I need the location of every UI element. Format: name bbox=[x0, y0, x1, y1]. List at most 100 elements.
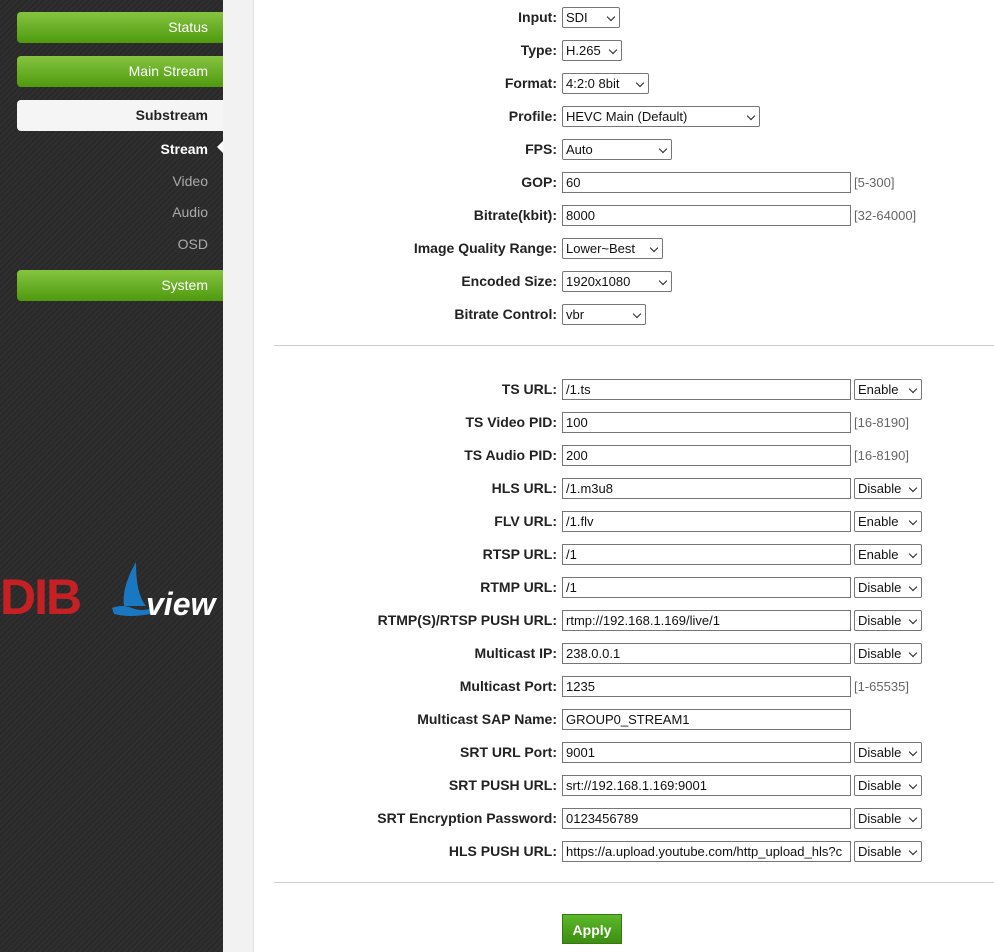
row-hls-url: HLS URL: /1.m3u8 Disable bbox=[254, 478, 994, 500]
sap-name-label: Multicast SAP Name: bbox=[417, 711, 557, 727]
flv-url-state-select[interactable]: Enable bbox=[854, 511, 922, 532]
rtsp-url-label: RTSP URL: bbox=[482, 546, 557, 562]
fps-select[interactable]: Auto bbox=[562, 139, 672, 160]
sub-item-audio[interactable]: Audio bbox=[172, 204, 208, 220]
bitrate-control-label: Bitrate Control: bbox=[454, 306, 557, 322]
srt-port-label: SRT URL Port: bbox=[460, 744, 557, 760]
section-divider bbox=[274, 345, 994, 346]
push-url-state-select[interactable]: Disable bbox=[854, 610, 922, 631]
sidebar: Status Main Stream Substream Stream Vide… bbox=[0, 0, 223, 952]
row-input: Input: SDI bbox=[254, 7, 994, 29]
sub-item-video[interactable]: Video bbox=[172, 173, 208, 189]
flv-url-input[interactable]: /1.flv bbox=[562, 511, 851, 532]
multicast-port-input[interactable]: 1235 bbox=[562, 676, 851, 697]
apply-button[interactable]: Apply bbox=[562, 914, 622, 944]
hls-push-input[interactable]: https://a.upload.youtube.com/http_upload… bbox=[562, 841, 851, 862]
ts-url-input[interactable]: /1.ts bbox=[562, 379, 851, 400]
srt-password-input[interactable]: 0123456789 bbox=[562, 808, 851, 829]
row-profile: Profile: HEVC Main (Default) bbox=[254, 106, 994, 128]
encoded-size-select[interactable]: 1920x1080 bbox=[562, 271, 672, 292]
rtmp-url-label: RTMP URL: bbox=[480, 579, 557, 595]
nav-substream[interactable]: Substream bbox=[17, 100, 223, 131]
gop-input[interactable]: 60 bbox=[562, 172, 851, 193]
srt-port-state-select[interactable]: Disable bbox=[854, 742, 922, 763]
rtsp-url-input[interactable]: /1 bbox=[562, 544, 851, 565]
row-hls-push: HLS PUSH URL: https://a.upload.youtube.c… bbox=[254, 841, 994, 863]
srt-push-state-select[interactable]: Disable bbox=[854, 775, 922, 796]
sap-name-input[interactable]: GROUP0_STREAM1 bbox=[562, 709, 851, 730]
sub-item-stream[interactable]: Stream bbox=[161, 141, 208, 157]
rtmp-url-input[interactable]: /1 bbox=[562, 577, 851, 598]
profile-select[interactable]: HEVC Main (Default) bbox=[562, 106, 760, 127]
bitrate-control-select[interactable]: vbr bbox=[562, 304, 646, 325]
ts-video-pid-input[interactable]: 100 bbox=[562, 412, 851, 433]
push-url-input[interactable]: rtmp://192.168.1.169/live/1 bbox=[562, 610, 851, 631]
nav-main-stream[interactable]: Main Stream bbox=[17, 56, 223, 87]
logo-view-text: view bbox=[146, 586, 216, 622]
srt-password-state-select[interactable]: Disable bbox=[854, 808, 922, 829]
push-url-label: RTMP(S)/RTSP PUSH URL: bbox=[377, 612, 557, 628]
row-format: Format: 4:2:0 8bit bbox=[254, 73, 994, 95]
ts-url-label: TS URL: bbox=[501, 381, 557, 397]
row-ts-video-pid: TS Video PID: 100 [16-8190] bbox=[254, 412, 994, 434]
row-fps: FPS: Auto bbox=[254, 139, 994, 161]
format-label: Format: bbox=[504, 75, 557, 91]
row-encoded-size: Encoded Size: 1920x1080 bbox=[254, 271, 994, 293]
format-select[interactable]: 4:2:0 8bit bbox=[562, 73, 649, 94]
encoded-size-label: Encoded Size: bbox=[461, 273, 557, 289]
srt-password-label: SRT Encryption Password: bbox=[377, 810, 557, 826]
row-srt-port: SRT URL Port: 9001 Disable bbox=[254, 742, 994, 764]
multicast-ip-state-select[interactable]: Disable bbox=[854, 643, 922, 664]
ts-audio-pid-label: TS Audio PID: bbox=[464, 447, 557, 463]
type-label: Type: bbox=[520, 42, 557, 58]
hls-url-state-select[interactable]: Disable bbox=[854, 478, 922, 499]
input-select[interactable]: SDI bbox=[562, 7, 620, 28]
srt-push-input[interactable]: srt://192.168.1.169:9001 bbox=[562, 775, 851, 796]
multicast-ip-input[interactable]: 238.0.0.1 bbox=[562, 643, 851, 664]
sub-item-osd[interactable]: OSD bbox=[178, 236, 208, 252]
hls-push-label: HLS PUSH URL: bbox=[448, 843, 557, 859]
row-bitrate-control: Bitrate Control: vbr bbox=[254, 304, 994, 326]
row-multicast-ip: Multicast IP: 238.0.0.1 Disable bbox=[254, 643, 994, 665]
row-push-url: RTMP(S)/RTSP PUSH URL: rtmp://192.168.1.… bbox=[254, 610, 994, 632]
srt-port-input[interactable]: 9001 bbox=[562, 742, 851, 763]
multicast-port-range: [1-65535] bbox=[854, 679, 909, 694]
hls-push-state-select[interactable]: Disable bbox=[854, 841, 922, 862]
row-sap-name: Multicast SAP Name: GROUP0_STREAM1 bbox=[254, 709, 994, 731]
hls-url-input[interactable]: /1.m3u8 bbox=[562, 478, 851, 499]
ts-audio-pid-input[interactable]: 200 bbox=[562, 445, 851, 466]
type-select[interactable]: H.265 bbox=[562, 40, 622, 61]
row-ts-url: TS URL: /1.ts Enable bbox=[254, 379, 994, 401]
input-label: Input: bbox=[518, 9, 557, 25]
multicast-port-label: Multicast Port: bbox=[459, 678, 557, 694]
bitrate-input[interactable]: 8000 bbox=[562, 205, 851, 226]
row-gop: GOP: 60 [5-300] bbox=[254, 172, 994, 194]
hls-url-label: HLS URL: bbox=[491, 480, 557, 496]
content-gutter bbox=[223, 0, 254, 952]
ts-video-pid-label: TS Video PID: bbox=[465, 414, 557, 430]
ts-url-state-select[interactable]: Enable bbox=[854, 379, 922, 400]
ts-video-pid-range: [16-8190] bbox=[854, 415, 909, 430]
row-rtmp-url: RTMP URL: /1 Disable bbox=[254, 577, 994, 599]
row-srt-password: SRT Encryption Password: 0123456789 Disa… bbox=[254, 808, 994, 830]
srt-push-label: SRT PUSH URL: bbox=[448, 777, 557, 793]
profile-label: Profile: bbox=[508, 108, 557, 124]
row-multicast-port: Multicast Port: 1235 [1-65535] bbox=[254, 676, 994, 698]
logo: DIB view bbox=[0, 560, 223, 630]
iqr-select[interactable]: Lower~Best bbox=[562, 238, 663, 259]
nav-system[interactable]: System bbox=[17, 270, 223, 301]
fps-label: FPS: bbox=[525, 141, 557, 157]
row-srt-push: SRT PUSH URL: srt://192.168.1.169:9001 D… bbox=[254, 775, 994, 797]
gop-label: GOP: bbox=[521, 174, 557, 190]
logo-dib-text: DIB bbox=[0, 569, 82, 625]
bitrate-range: [32-64000] bbox=[854, 208, 917, 223]
bitrate-label: Bitrate(kbit): bbox=[473, 207, 557, 223]
iqr-label: Image Quality Range: bbox=[413, 240, 557, 256]
ts-audio-pid-range: [16-8190] bbox=[854, 448, 909, 463]
nav-status[interactable]: Status bbox=[17, 12, 223, 43]
row-flv-url: FLV URL: /1.flv Enable bbox=[254, 511, 994, 533]
stream-settings-form: Input: SDI Type: H.265 Format: 4:2:0 8bi… bbox=[254, 0, 994, 952]
row-bitrate: Bitrate(kbit): 8000 [32-64000] bbox=[254, 205, 994, 227]
rtmp-url-state-select[interactable]: Disable bbox=[854, 577, 922, 598]
rtsp-url-state-select[interactable]: Enable bbox=[854, 544, 922, 565]
